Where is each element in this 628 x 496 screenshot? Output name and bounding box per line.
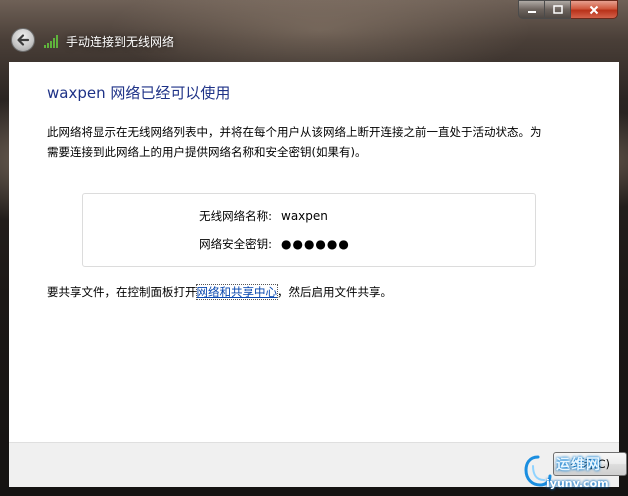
watermark-text-bottom: iyunv.com xyxy=(546,477,609,490)
security-key-row: 网络安全密钥: ●●●●●● xyxy=(83,234,537,254)
network-sharing-center-link[interactable]: 网络和共享中心 xyxy=(195,284,278,300)
caption-buttons xyxy=(518,0,618,20)
share-suffix-text: ，然后启用文件共享。 xyxy=(277,285,392,299)
title-bar: 手动连接到无线网络 xyxy=(0,0,628,62)
minimize-button[interactable] xyxy=(518,0,545,19)
security-key-label: 网络安全密钥: xyxy=(199,237,272,251)
watermark-text-top: 运维网 xyxy=(556,457,601,473)
dialog-content: waxpen 网络已经可以使用 此网络将显示在无线网络列表中，并将在每个用户从该… xyxy=(9,62,619,442)
network-info-panel: 无线网络名称: waxpen 网络安全密钥: ●●●●●● xyxy=(82,193,536,267)
site-watermark: 运维网 iyunv.com xyxy=(520,452,628,496)
network-name-row: 无线网络名称: waxpen xyxy=(83,206,537,226)
page-heading: waxpen 网络已经可以使用 xyxy=(47,84,231,102)
security-key-value: ●●●●●● xyxy=(281,237,350,251)
maximize-button[interactable] xyxy=(545,0,571,19)
network-name-value: waxpen xyxy=(281,209,328,223)
close-window-button[interactable] xyxy=(571,0,618,19)
window-title: 手动连接到无线网络 xyxy=(66,35,175,49)
share-prefix-text: 要共享文件，在控制面板打开 xyxy=(47,285,197,299)
back-button[interactable] xyxy=(11,28,35,52)
back-arrow-icon xyxy=(17,34,30,46)
minimize-icon xyxy=(527,10,536,13)
network-name-label: 无线网络名称: xyxy=(199,209,272,223)
description-text: 此网络将显示在无线网络列表中，并将在每个用户从该网络上断开连接之前一直处于活动状… xyxy=(47,125,542,159)
share-instructions: 要共享文件，在控制面板打开网络和共享中心，然后启用文件共享。 xyxy=(47,282,392,302)
close-icon xyxy=(589,5,599,14)
wireless-signal-icon xyxy=(44,35,58,48)
maximize-icon xyxy=(552,4,563,14)
